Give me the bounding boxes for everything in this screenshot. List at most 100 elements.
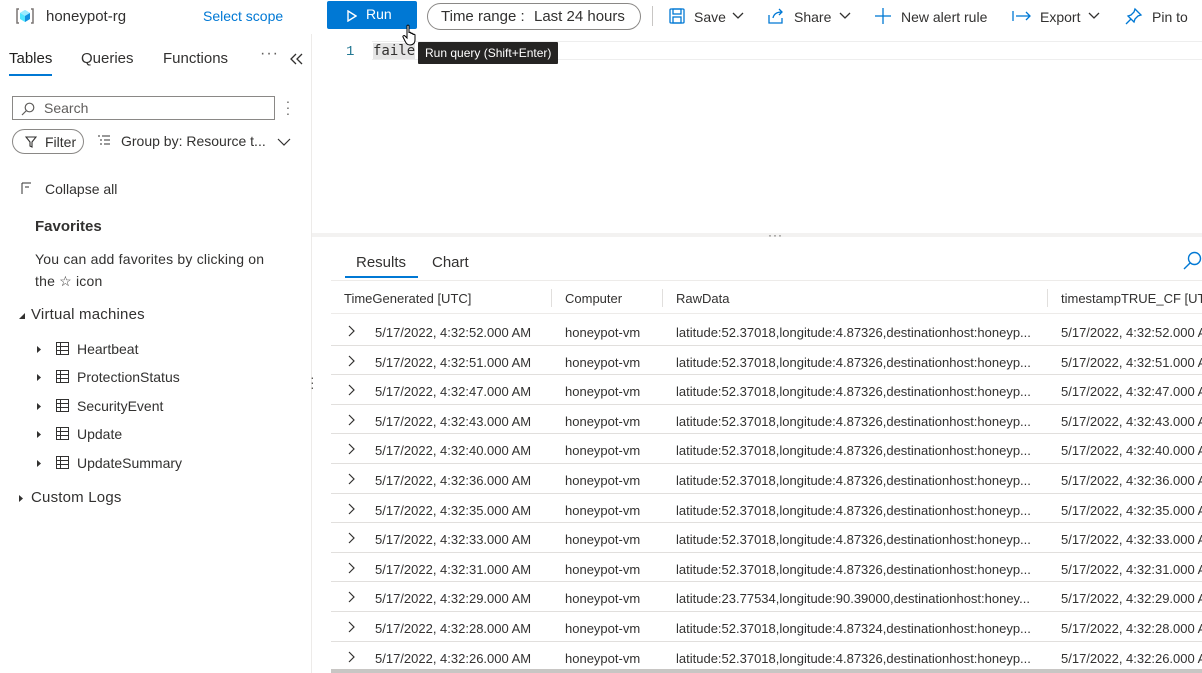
share-button[interactable]: Share <box>767 0 853 32</box>
group-by-dropdown[interactable]: Group by: Resource t... <box>97 130 297 154</box>
cell-timegenerated: 5/17/2022, 4:32:52.000 AM <box>375 325 532 340</box>
pin-icon <box>1125 7 1143 25</box>
search-icon[interactable] <box>1183 251 1202 273</box>
pin-to-button[interactable]: Pin to <box>1125 0 1202 32</box>
chevron-right-icon[interactable] <box>348 383 356 399</box>
panel-resize-handle[interactable]: · · · <box>310 370 315 394</box>
more-options-icon[interactable]: ··· <box>260 45 279 63</box>
chevron-right-icon[interactable] <box>348 413 356 429</box>
query-editor[interactable]: 1 faile <box>312 34 1202 234</box>
column-divider[interactable] <box>662 289 663 307</box>
table-icon <box>56 399 69 412</box>
schema-search-box[interactable] <box>12 96 275 120</box>
column-divider[interactable] <box>1047 289 1048 307</box>
column-header-computer[interactable]: Computer <box>565 291 622 306</box>
group-virtual-machines[interactable]: Virtual machines <box>18 306 178 328</box>
column-header-rawdata[interactable]: RawData <box>676 291 729 306</box>
cell-rawdata: latitude:52.37018,longitude:4.87326,dest… <box>676 561 1031 577</box>
time-range-picker[interactable]: Time range : Last 24 hours <box>427 3 641 30</box>
collapse-panel-icon[interactable] <box>289 52 303 68</box>
table-row[interactable]: 5/17/2022, 4:32:36.000 AM honeypot-vm lati… <box>331 464 1202 494</box>
chevron-right-icon[interactable] <box>348 620 356 636</box>
table-securityevent[interactable]: SecurityEvent <box>36 396 286 418</box>
chevron-right-icon[interactable] <box>348 442 356 458</box>
results-grid-header: TimeGenerated [UTC] Computer RawData tim… <box>331 280 1202 314</box>
group-label: Custom Logs <box>31 489 122 506</box>
table-row[interactable]: 5/17/2022, 4:32:28.000 AM honeypot-vm lati… <box>331 612 1202 642</box>
chevron-down-icon <box>1088 12 1100 19</box>
chevron-right-icon[interactable] <box>348 472 356 488</box>
table-row[interactable]: 5/17/2022, 4:32:29.000 AM honeypot-vm lati… <box>331 582 1202 612</box>
table-update[interactable]: Update <box>36 424 286 446</box>
column-header-timestamp[interactable]: timestampTRUE_CF [UTC] <box>1061 291 1202 306</box>
editor-results-splitter[interactable] <box>312 233 1202 237</box>
search-more-icon[interactable]: · · · <box>285 94 291 120</box>
cell-computer: honeypot-vm <box>565 532 641 548</box>
column-divider[interactable] <box>551 289 552 307</box>
new-alert-rule-button[interactable]: New alert rule <box>874 0 994 32</box>
chevron-right-icon[interactable] <box>348 324 356 340</box>
cell-timestamp: 5/17/2022, 4:32:35.000 AM <box>1061 502 1202 518</box>
table-protectionstatus[interactable]: ProtectionStatus <box>36 367 286 389</box>
splitter-grip-icon[interactable]: ··· <box>768 228 783 242</box>
scope-bar: honeypot-rg Select scope <box>0 0 311 34</box>
table-icon <box>56 427 69 440</box>
chevron-right-icon[interactable] <box>348 531 356 547</box>
tab-chart[interactable]: Chart <box>432 254 469 271</box>
table-updatesummary[interactable]: UpdateSummary <box>36 453 286 475</box>
cell-timegenerated: 5/17/2022, 4:32:33.000 AM <box>375 532 532 548</box>
tab-queries[interactable]: Queries <box>81 50 134 67</box>
table-row[interactable]: 5/17/2022, 4:32:33.000 AM honeypot-vm lati… <box>331 523 1202 553</box>
cell-computer: honeypot-vm <box>565 561 641 577</box>
table-row[interactable]: 5/17/2022, 4:32:43.000 AM honeypot-vm lati… <box>331 405 1202 435</box>
filter-button[interactable]: Filter <box>12 129 84 154</box>
tab-tables[interactable]: Tables <box>9 50 52 67</box>
cell-timestamp: 5/17/2022, 4:32:47.000 AM <box>1061 384 1202 400</box>
chevron-right-icon[interactable] <box>348 561 356 577</box>
export-icon <box>1012 11 1031 21</box>
cell-timestamp: 5/17/2022, 4:32:36.000 AM <box>1061 473 1202 488</box>
tab-functions[interactable]: Functions <box>163 50 228 67</box>
tab-results[interactable]: Results <box>356 254 406 271</box>
export-button[interactable]: Export <box>1012 0 1104 32</box>
table-row[interactable]: 5/17/2022, 4:32:31.000 AM honeypot-vm lati… <box>331 553 1202 583</box>
cell-timegenerated: 5/17/2022, 4:32:31.000 AM <box>375 561 532 577</box>
caret-expanded-icon <box>19 313 25 319</box>
save-button[interactable]: Save <box>668 0 748 32</box>
column-header-timegenerated[interactable]: TimeGenerated [UTC] <box>344 291 471 306</box>
cell-rawdata: latitude:52.37018,longitude:4.87326,dest… <box>676 384 1031 400</box>
table-heartbeat[interactable]: Heartbeat <box>36 339 286 361</box>
collapse-all-icon <box>21 182 31 194</box>
table-row[interactable]: 5/17/2022, 4:32:26.000 AM honeypot-vm lati… <box>331 642 1202 672</box>
cell-timestamp: 5/17/2022, 4:32:29.000 AM <box>1061 591 1202 607</box>
cell-rawdata: latitude:52.37018,longitude:4.87326,dest… <box>676 443 1031 459</box>
cell-rawdata: latitude:52.37018,longitude:4.87326,dest… <box>676 325 1031 340</box>
table-icon <box>56 456 69 469</box>
play-icon <box>347 9 358 25</box>
collapse-all-button[interactable]: Collapse all <box>20 180 150 200</box>
cell-rawdata: latitude:52.37018,longitude:4.87326,dest… <box>676 650 1031 666</box>
group-custom-logs[interactable]: Custom Logs <box>18 489 148 511</box>
chevron-down-icon <box>732 12 744 19</box>
cell-timegenerated: 5/17/2022, 4:32:26.000 AM <box>375 650 532 666</box>
chevron-right-icon[interactable] <box>348 650 356 666</box>
table-row[interactable]: 5/17/2022, 4:32:40.000 AM honeypot-vm lati… <box>331 434 1202 464</box>
table-label: Heartbeat <box>77 341 139 357</box>
table-row[interactable]: 5/17/2022, 4:32:51.000 AM honeypot-vm lati… <box>331 346 1202 376</box>
table-row[interactable]: 5/17/2022, 4:32:47.000 AM honeypot-vm lati… <box>331 375 1202 405</box>
search-input[interactable] <box>44 99 269 117</box>
collapse-all-label: Collapse all <box>45 181 118 197</box>
line-number: 1 <box>346 44 355 60</box>
cell-rawdata: latitude:52.37018,longitude:4.87326,dest… <box>676 354 1031 370</box>
chevron-right-icon[interactable] <box>348 354 356 370</box>
table-row[interactable]: 5/17/2022, 4:32:52.000 AM honeypot-vm lati… <box>331 316 1202 346</box>
cell-timestamp: 5/17/2022, 4:32:40.000 AM <box>1061 443 1202 459</box>
chevron-right-icon[interactable] <box>348 502 356 518</box>
table-label: UpdateSummary <box>77 455 183 471</box>
horizontal-scrollbar[interactable] <box>331 669 1202 673</box>
select-scope-link[interactable]: Select scope <box>203 8 283 24</box>
share-label: Share <box>794 9 832 25</box>
table-row[interactable]: 5/17/2022, 4:32:35.000 AM honeypot-vm lati… <box>331 494 1202 524</box>
chevron-right-icon[interactable] <box>348 590 356 606</box>
cell-timestamp: 5/17/2022, 4:32:51.000 AM <box>1061 354 1202 370</box>
